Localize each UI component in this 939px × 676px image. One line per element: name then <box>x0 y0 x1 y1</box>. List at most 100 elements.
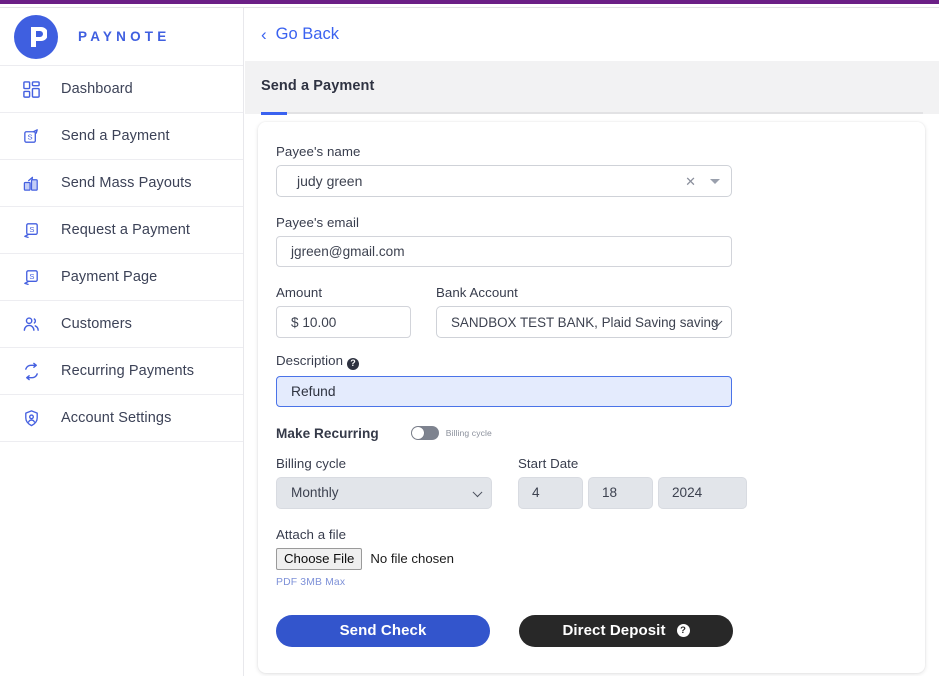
close-x-icon[interactable]: ✕ <box>685 175 696 188</box>
customers-icon <box>18 311 44 337</box>
payee-email-input[interactable]: jgreen@gmail.com <box>276 236 732 267</box>
description-value: Refund <box>291 383 336 399</box>
app-root: PAYNOTE Dashboard S Send a Payment Send … <box>0 0 939 676</box>
send-payment-icon: S <box>18 123 44 149</box>
browser-top-strip <box>0 0 939 4</box>
payee-name-field-group: Payee's name judy green ✕ <box>276 144 895 197</box>
description-label-row: Description? <box>276 353 895 370</box>
toggle-caption: Billing cycle <box>445 428 492 438</box>
send-payment-card: Payee's name judy green ✕ Payee's email … <box>258 122 925 673</box>
tab-active-indicator <box>261 112 287 115</box>
sidebar-item-payment-page[interactable]: S Payment Page <box>0 254 243 301</box>
svg-text:S: S <box>27 132 32 141</box>
payee-email-field-group: Payee's email jgreen@gmail.com <box>276 215 895 267</box>
start-date-month-value: 4 <box>532 485 540 500</box>
attach-file-field-group: Attach a file Choose File No file chosen… <box>276 527 895 588</box>
billing-cycle-field-group: Billing cycle Monthly <box>276 456 492 509</box>
paynote-logo-icon <box>14 14 58 59</box>
start-date-label: Start Date <box>518 455 579 471</box>
direct-deposit-label: Direct Deposit <box>562 622 666 639</box>
sidebar-item-recurring-payments[interactable]: Recurring Payments <box>0 348 243 395</box>
payment-page-icon: S <box>18 264 44 290</box>
chevron-down-icon <box>472 486 483 497</box>
sidebar-item-label: Dashboard <box>61 81 133 97</box>
bank-account-value: SANDBOX TEST BANK, Plaid Saving saving <box>451 314 719 330</box>
sidebar-item-customers[interactable]: Customers <box>0 301 243 348</box>
toggle-knob <box>411 427 424 439</box>
sidebar-item-account-settings[interactable]: Account Settings <box>0 395 243 442</box>
svg-text:S: S <box>29 271 34 280</box>
sidebar-item-label: Send Mass Payouts <box>61 175 192 191</box>
description-label: Description <box>276 353 344 368</box>
payee-name-select[interactable]: judy green ✕ <box>276 165 732 197</box>
chevron-left-icon: ‹ <box>261 25 267 44</box>
description-input[interactable]: Refund <box>276 375 732 407</box>
account-settings-icon <box>18 405 44 431</box>
svg-text:S: S <box>29 224 34 233</box>
recurring-payments-icon <box>18 358 44 384</box>
amount-value: $ 10.00 <box>291 314 337 330</box>
brand-name: PAYNOTE <box>78 29 171 44</box>
payee-email-value: jgreen@gmail.com <box>291 244 405 259</box>
choose-file-button[interactable]: Choose File <box>276 547 363 570</box>
billing-start-row: Billing cycle Monthly Start Date 4 18 20… <box>276 456 895 509</box>
go-back-label: Go Back <box>275 25 339 43</box>
sidebar-item-dashboard[interactable]: Dashboard <box>0 66 243 113</box>
send-check-label: Send Check <box>339 622 427 639</box>
attach-file-label: Attach a file <box>276 526 347 542</box>
start-date-day-input[interactable]: 18 <box>588 476 653 509</box>
request-payment-icon: S <box>18 217 44 243</box>
description-field-group: Description? Refund <box>276 353 895 407</box>
start-date-field-group: Start Date 4 18 2024 <box>518 456 747 509</box>
start-date-inputs: 4 18 2024 <box>518 476 747 509</box>
amount-input[interactable]: $ 10.00 <box>276 306 411 338</box>
question-mark-icon[interactable]: ? <box>347 357 360 370</box>
file-requirements-note: PDF 3MB Max <box>276 576 346 588</box>
sidebar: PAYNOTE Dashboard S Send a Payment Send … <box>0 8 244 676</box>
payee-email-label: Payee's email <box>276 215 360 230</box>
sidebar-item-send-a-payment[interactable]: S Send a Payment <box>0 113 243 160</box>
bank-account-field-group: Bank Account SANDBOX TEST BANK, Plaid Sa… <box>436 285 732 338</box>
start-date-year-input[interactable]: 2024 <box>658 476 747 509</box>
billing-cycle-select[interactable]: Monthly <box>276 476 492 509</box>
sidebar-item-label: Payment Page <box>61 269 158 285</box>
sidebar-item-label: Account Settings <box>61 410 172 426</box>
bank-account-label: Bank Account <box>436 285 518 300</box>
file-input-row: Choose File No file chosen <box>276 547 895 570</box>
go-back-link[interactable]: ‹ Go Back <box>261 25 339 44</box>
sidebar-item-request-a-payment[interactable]: S Request a Payment <box>0 207 243 254</box>
amount-label: Amount <box>276 285 323 300</box>
send-check-button[interactable]: Send Check <box>276 614 490 647</box>
mass-payouts-icon <box>18 170 44 196</box>
direct-deposit-button[interactable]: Direct Deposit ? <box>519 614 733 647</box>
amount-field-group: Amount $ 10.00 <box>276 285 411 338</box>
caret-down-icon[interactable] <box>710 178 720 184</box>
billing-cycle-label: Billing cycle <box>276 455 347 471</box>
amount-bank-row: Amount $ 10.00 Bank Account SANDBOX TEST… <box>276 285 895 338</box>
brand-header: PAYNOTE <box>0 8 243 66</box>
sidebar-item-label: Send a Payment <box>61 128 170 144</box>
question-mark-icon[interactable]: ? <box>676 624 690 637</box>
make-recurring-label: Make Recurring <box>276 425 379 441</box>
sidebar-item-send-mass-payouts[interactable]: Send Mass Payouts <box>0 160 243 207</box>
dashboard-icon <box>18 76 44 102</box>
action-buttons: Send Check Direct Deposit ? <box>276 614 895 647</box>
make-recurring-row: Make Recurring Billing cycle <box>276 426 895 441</box>
main-content: ‹ Go Back Send a Payment Payee's name ju… <box>245 8 939 676</box>
payee-name-value: judy green <box>297 173 363 189</box>
go-back-bar: ‹ Go Back <box>245 8 939 61</box>
start-date-day-value: 18 <box>602 485 618 500</box>
start-date-month-input[interactable]: 4 <box>518 476 583 509</box>
billing-cycle-value: Monthly <box>291 485 339 500</box>
tab-underline-track <box>261 112 923 115</box>
start-date-year-value: 2024 <box>672 485 703 500</box>
file-status-text: No file chosen <box>370 551 454 566</box>
tab-bar: Send a Payment <box>245 61 939 115</box>
sidebar-item-label: Customers <box>61 316 132 332</box>
sidebar-item-label: Request a Payment <box>61 222 191 238</box>
bank-account-select[interactable]: SANDBOX TEST BANK, Plaid Saving saving <box>436 306 732 338</box>
make-recurring-toggle[interactable] <box>410 426 439 440</box>
tab-send-a-payment[interactable]: Send a Payment <box>261 78 374 94</box>
sidebar-item-label: Recurring Payments <box>61 363 195 379</box>
payee-name-label: Payee's name <box>276 144 361 159</box>
